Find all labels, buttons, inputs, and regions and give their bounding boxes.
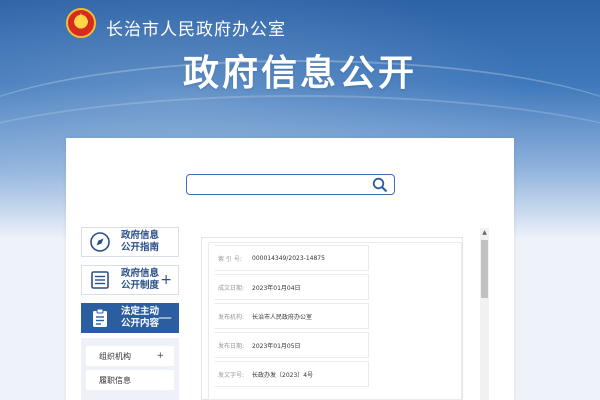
sidebar-subitem-label: 履职信息	[99, 375, 131, 385]
clipboard-icon	[93, 308, 107, 327]
sidebar-item-label: 公开指南	[121, 242, 160, 253]
sidebar-subitem-duties[interactable]: 履职信息	[86, 370, 174, 390]
info-key: 发布日期:	[218, 342, 245, 350]
info-key: 索 引 号:	[218, 255, 242, 263]
info-value: 000014349/2023-14875	[252, 254, 325, 262]
scroll-up-icon[interactable]: ▲	[480, 228, 489, 237]
site-name[interactable]: 长治市人民政府办公室	[106, 15, 286, 40]
sidebar-item-label: 政府信息	[121, 230, 160, 241]
sidebar-subitem-label: 组织机构	[99, 351, 131, 361]
page-title: 政府信息公开	[182, 53, 417, 94]
scrollbar[interactable]: ▲	[480, 228, 489, 400]
search-box	[186, 174, 395, 195]
sidebar-item-system[interactable]: 政府信息 公开制度 +	[81, 265, 179, 295]
document-list-icon	[91, 271, 109, 289]
sidebar-item-guide[interactable]: 政府信息 公开指南	[81, 227, 179, 257]
sidebar-item-statutory[interactable]: 法定主动 公开内容 —	[81, 303, 179, 333]
national-emblem-icon: ★	[66, 8, 96, 38]
info-row-doc-number: 发文字号: 长政办发〔2023〕4号	[215, 361, 369, 387]
info-key: 成文日期:	[218, 284, 245, 292]
compass-icon	[90, 232, 110, 252]
info-value: 2023年01月04日	[252, 284, 301, 292]
search-icon[interactable]	[372, 177, 388, 193]
expand-icon[interactable]: +	[156, 351, 164, 361]
info-value: 2023年01月05日	[252, 342, 301, 350]
document-info-table: 索 引 号: 000014349/2023-14875 成文日期: 2023年0…	[208, 242, 462, 400]
main-panel: 政府信息 公开指南 政府信息 公开制度 + 法定主动 公开内容 — 组织机构 +…	[66, 138, 514, 400]
sidebar-subitem-organization[interactable]: 组织机构 +	[86, 346, 174, 366]
info-row-index: 索 引 号: 000014349/2023-14875	[215, 245, 369, 271]
scroll-thumb[interactable]	[481, 240, 488, 298]
search-input[interactable]	[191, 177, 366, 192]
collapse-icon[interactable]: —	[158, 310, 172, 326]
info-row-publisher: 发布机构: 长治市人民政府办公室	[215, 303, 369, 329]
sidebar-sub-list: 组织机构 + 履职信息	[81, 338, 179, 400]
info-value: 长治市人民政府办公室	[252, 313, 313, 321]
info-row-publish-date: 发布日期: 2023年01月05日	[215, 332, 369, 358]
info-row-written-date: 成文日期: 2023年01月04日	[215, 274, 369, 300]
expand-icon[interactable]: +	[160, 272, 172, 288]
info-value: 长政办发〔2023〕4号	[252, 371, 314, 379]
info-key: 发文字号:	[218, 371, 245, 379]
info-key: 发布机构:	[218, 313, 245, 321]
